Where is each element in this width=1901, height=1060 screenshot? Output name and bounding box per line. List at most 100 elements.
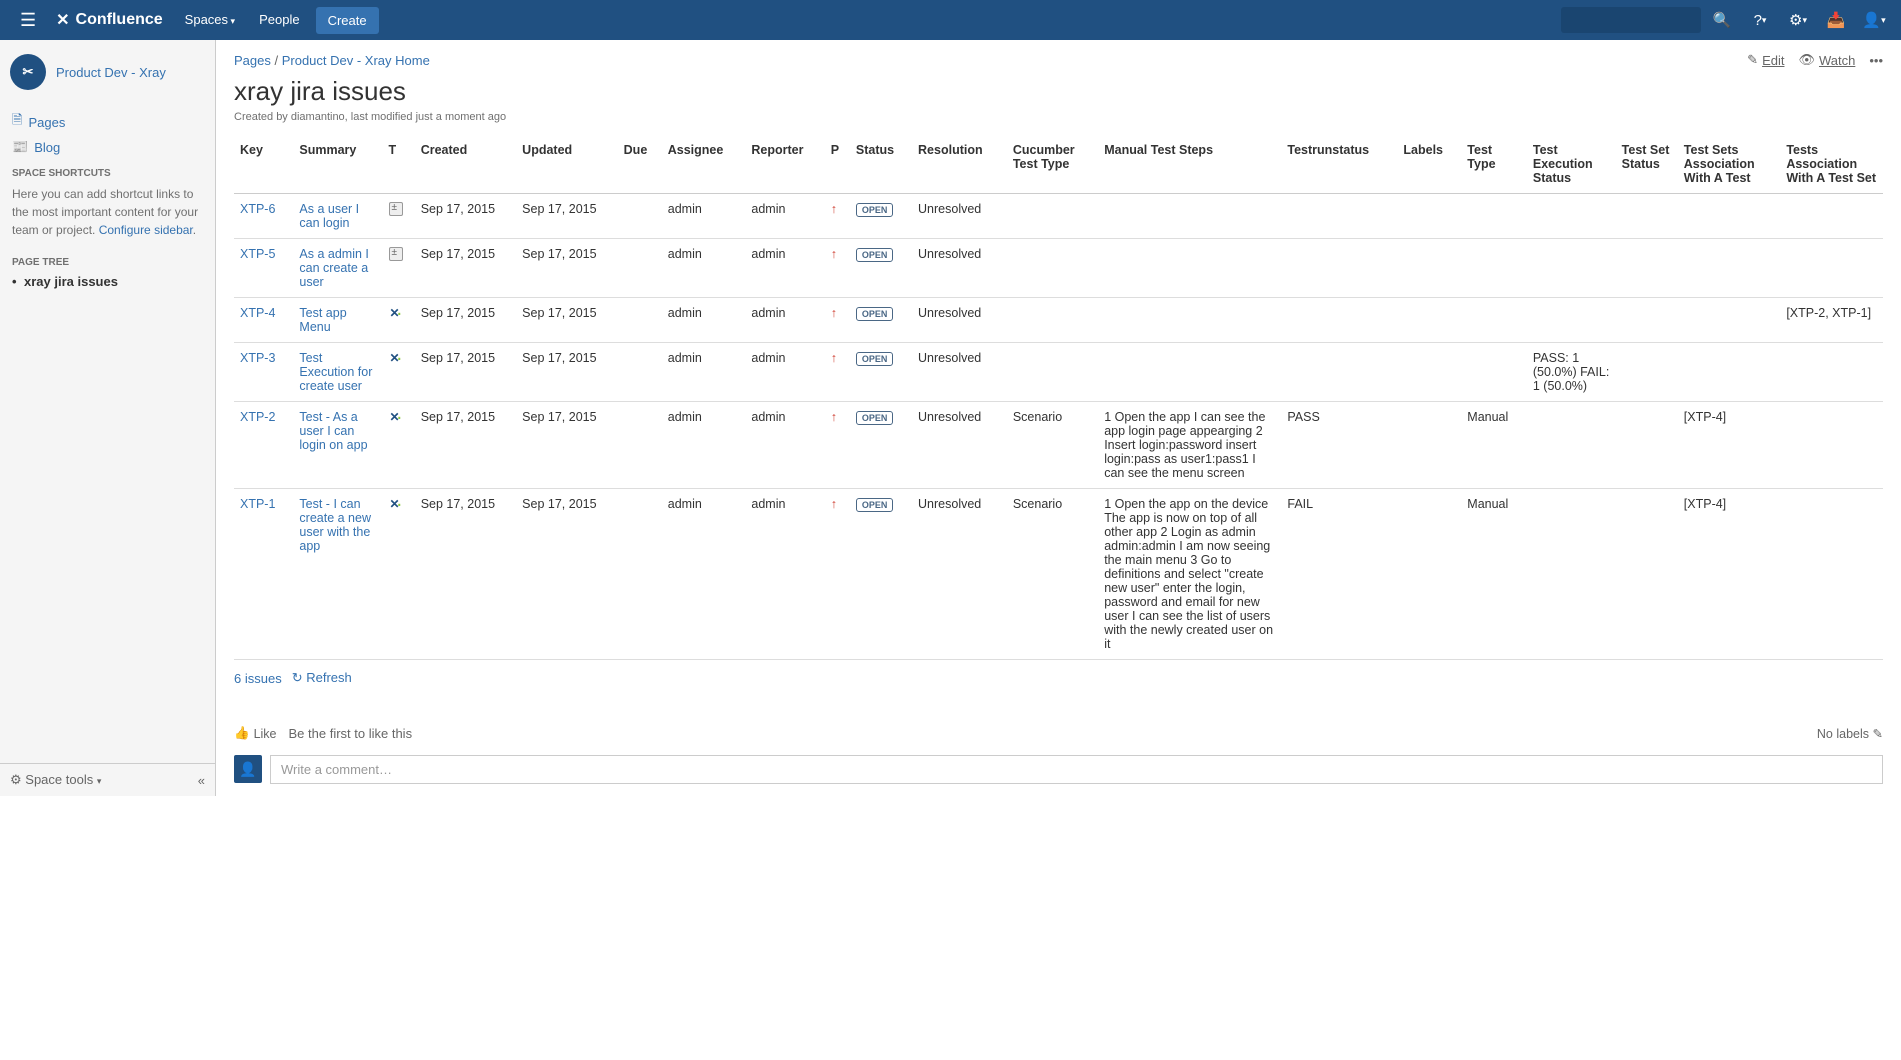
cell-steps bbox=[1098, 239, 1281, 298]
column-header[interactable]: Testrunstatus bbox=[1281, 137, 1397, 194]
issue-summary-link[interactable]: Test app Menu bbox=[299, 306, 346, 334]
space-tools[interactable]: ⚙ Space tools ▾ « bbox=[0, 763, 215, 796]
column-header[interactable]: Test Set Status bbox=[1616, 137, 1678, 194]
column-header[interactable]: Test Execution Status bbox=[1527, 137, 1616, 194]
table-row: XTP-4Test app MenuSep 17, 2015Sep 17, 20… bbox=[234, 298, 1883, 343]
cell-due bbox=[618, 298, 662, 343]
cell-tassoc bbox=[1780, 489, 1883, 660]
cell-testtype bbox=[1461, 298, 1527, 343]
search-input[interactable] bbox=[1561, 7, 1701, 33]
column-header[interactable]: Status bbox=[850, 137, 912, 194]
cell-testtype bbox=[1461, 239, 1527, 298]
cell-tsassoc bbox=[1678, 343, 1781, 402]
cell-due bbox=[618, 194, 662, 239]
pencil-icon: ✎ bbox=[1747, 52, 1758, 68]
sidebar: ✂ Product Dev - Xray 🗎 Pages 📰 Blog SPAC… bbox=[0, 40, 216, 796]
breadcrumb-pages[interactable]: Pages bbox=[234, 53, 271, 68]
column-header[interactable]: Cucumber Test Type bbox=[1007, 137, 1098, 194]
column-header[interactable]: Resolution bbox=[912, 137, 1007, 194]
byline: Created by diamantino, last modified jus… bbox=[234, 111, 1883, 123]
cell-cucumber: Scenario bbox=[1007, 489, 1098, 660]
issue-summary-link[interactable]: Test - As a user I can login on app bbox=[299, 410, 367, 452]
column-header[interactable]: Test Type bbox=[1461, 137, 1527, 194]
cell-texec bbox=[1527, 489, 1616, 660]
cell-created: Sep 17, 2015 bbox=[415, 402, 516, 489]
column-header[interactable]: T bbox=[383, 137, 415, 194]
refresh-link[interactable]: ↻ Refresh bbox=[292, 670, 352, 686]
cell-tsassoc bbox=[1678, 239, 1781, 298]
column-header[interactable]: Reporter bbox=[745, 137, 824, 194]
watch-button[interactable]: 👁 Watch bbox=[1798, 52, 1855, 68]
cell-created: Sep 17, 2015 bbox=[415, 343, 516, 402]
app-switcher-icon[interactable]: ☰ bbox=[10, 2, 46, 39]
column-header[interactable]: Created bbox=[415, 137, 516, 194]
top-navigation: ☰ ✕ Confluence Spaces People Create 🔍 ? … bbox=[0, 0, 1901, 40]
help-icon[interactable]: ? bbox=[1743, 0, 1777, 40]
collapse-sidebar-icon[interactable]: « bbox=[198, 773, 205, 788]
cell-testrun: FAIL bbox=[1281, 489, 1397, 660]
more-actions-icon[interactable]: ••• bbox=[1869, 53, 1883, 68]
confluence-logo[interactable]: ✕ Confluence bbox=[46, 10, 173, 30]
issue-key-link[interactable]: XTP-4 bbox=[240, 306, 275, 320]
comment-input[interactable]: Write a comment… bbox=[270, 755, 1883, 784]
search-icon[interactable]: 🔍 bbox=[1705, 0, 1739, 40]
spaces-menu[interactable]: Spaces bbox=[173, 0, 247, 41]
issue-key-link[interactable]: XTP-5 bbox=[240, 247, 275, 261]
status-badge: OPEN bbox=[856, 203, 894, 217]
cell-due bbox=[618, 239, 662, 298]
eye-icon: 👁 bbox=[1798, 52, 1815, 68]
sidebar-blog[interactable]: 📰 Blog bbox=[10, 136, 205, 158]
column-header[interactable]: P bbox=[825, 137, 850, 194]
sidebar-pages[interactable]: 🗎 Pages bbox=[10, 108, 205, 136]
breadcrumb: Pages / Product Dev - Xray Home bbox=[234, 53, 430, 68]
breadcrumb-space-home[interactable]: Product Dev - Xray Home bbox=[282, 53, 430, 68]
create-button[interactable]: Create bbox=[316, 7, 379, 34]
column-header[interactable]: Assignee bbox=[662, 137, 746, 194]
column-header[interactable]: Labels bbox=[1397, 137, 1461, 194]
issue-summary-link[interactable]: Test - I can create a new user with the … bbox=[299, 497, 371, 553]
issue-summary-link[interactable]: As a admin I can create a user bbox=[299, 247, 368, 289]
people-link[interactable]: People bbox=[247, 0, 311, 40]
space-logo-icon: ✂ bbox=[10, 54, 46, 90]
column-header[interactable]: Manual Test Steps bbox=[1098, 137, 1281, 194]
issue-key-link[interactable]: XTP-2 bbox=[240, 410, 275, 424]
table-row: XTP-3 Test Execution for create user Sep 1… bbox=[234, 343, 1883, 402]
column-header[interactable]: Updated bbox=[516, 137, 617, 194]
cell-created: Sep 17, 2015 bbox=[415, 298, 516, 343]
table-row: XTP-5 As a admin I can create a user Sep 1… bbox=[234, 239, 1883, 298]
issue-summary-link[interactable]: As a user I can login bbox=[299, 202, 359, 230]
cell-resolution: Unresolved bbox=[912, 489, 1007, 660]
configure-sidebar-link[interactable]: Configure sidebar bbox=[99, 223, 193, 237]
column-header[interactable]: Summary bbox=[293, 137, 382, 194]
column-header[interactable]: Due bbox=[618, 137, 662, 194]
issue-key-link[interactable]: XTP-3 bbox=[240, 351, 275, 365]
column-header[interactable]: Test Sets Association With A Test bbox=[1678, 137, 1781, 194]
like-button[interactable]: 👍 Like bbox=[234, 726, 277, 741]
cell-resolution: Unresolved bbox=[912, 402, 1007, 489]
pagetree-heading: PAGE TREE bbox=[10, 247, 205, 272]
space-header[interactable]: ✂ Product Dev - Xray bbox=[0, 40, 215, 104]
cell-tassoc bbox=[1780, 194, 1883, 239]
cell-assignee: admin bbox=[662, 194, 746, 239]
gear-icon[interactable]: ⚙ bbox=[1781, 0, 1815, 40]
issue-count-link[interactable]: 6 issues bbox=[234, 671, 282, 686]
issue-key-link[interactable]: XTP-6 bbox=[240, 202, 275, 216]
cell-testrun bbox=[1281, 298, 1397, 343]
column-header[interactable]: Key bbox=[234, 137, 293, 194]
cell-created: Sep 17, 2015 bbox=[415, 239, 516, 298]
cell-labels bbox=[1397, 343, 1461, 402]
status-badge: OPEN bbox=[856, 307, 894, 321]
cell-testtype: Manual bbox=[1461, 489, 1527, 660]
column-header[interactable]: Tests Association With A Test Set bbox=[1780, 137, 1883, 194]
cell-tset bbox=[1616, 194, 1678, 239]
issue-key-link[interactable]: XTP-1 bbox=[240, 497, 275, 511]
cell-due bbox=[618, 402, 662, 489]
notifications-icon[interactable]: 📥 bbox=[1819, 0, 1853, 40]
edit-labels-icon[interactable]: ✎ bbox=[1873, 727, 1883, 741]
cell-testrun bbox=[1281, 239, 1397, 298]
priority-icon: ↑ bbox=[831, 306, 837, 320]
edit-button[interactable]: ✎ Edit bbox=[1747, 52, 1784, 68]
pagetree-item[interactable]: xray jira issues bbox=[10, 272, 205, 291]
profile-icon[interactable]: 👤 bbox=[1857, 0, 1891, 40]
issue-summary-link[interactable]: Test Execution for create user bbox=[299, 351, 372, 393]
